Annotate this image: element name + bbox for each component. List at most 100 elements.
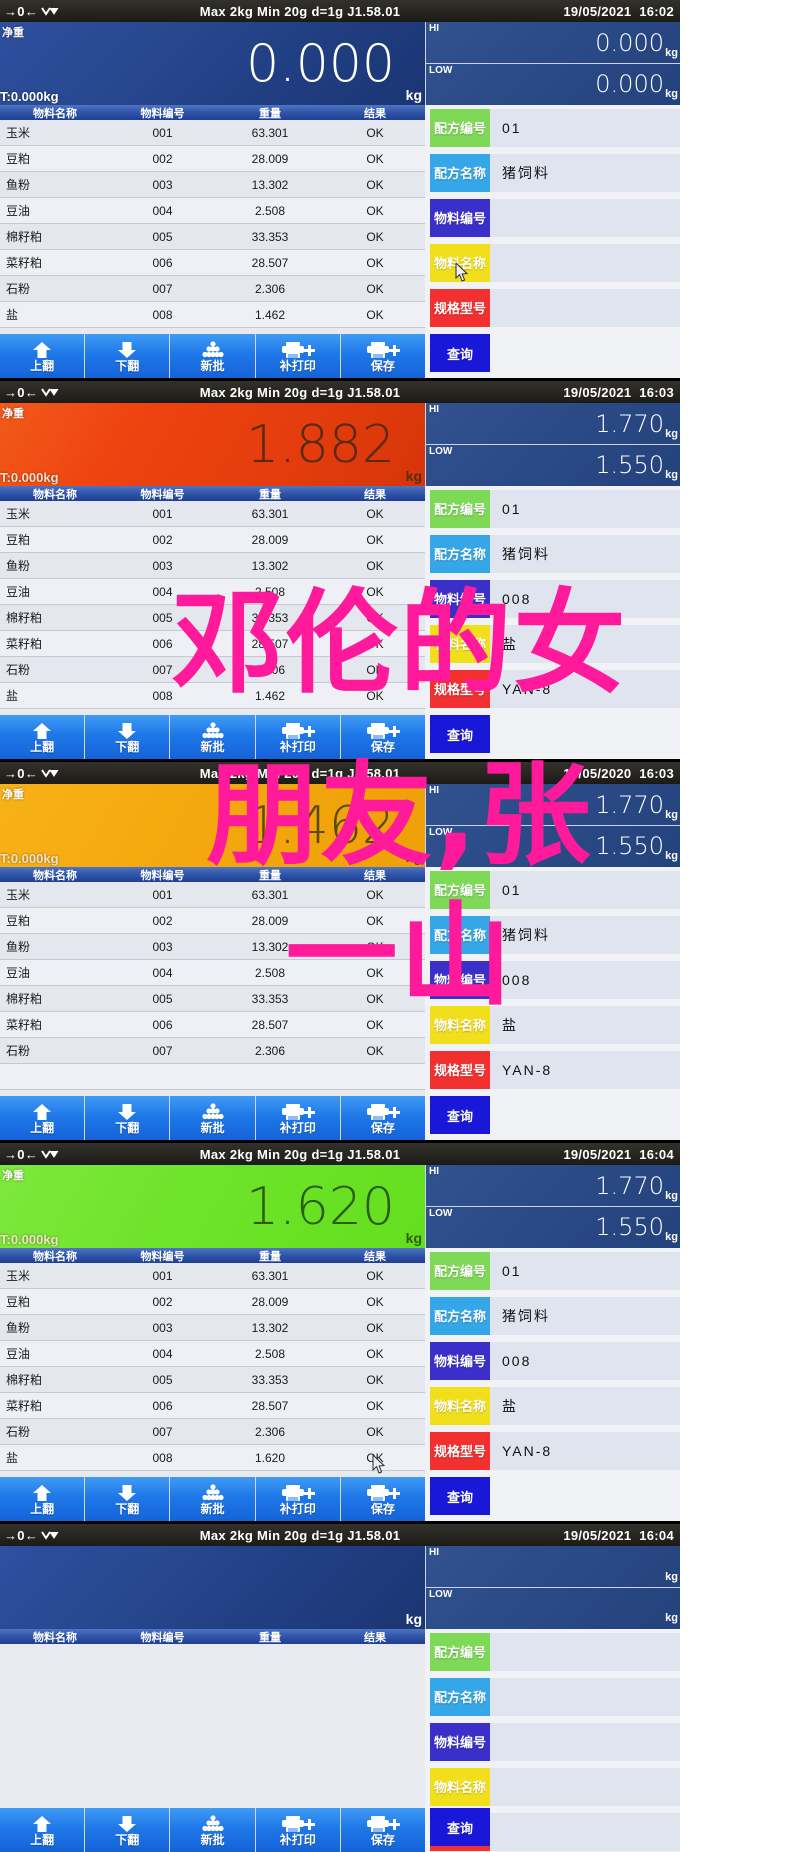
toolbar-button-保存[interactable]: 保存: [340, 1477, 426, 1521]
toolbar-button-上翻[interactable]: 上翻: [0, 1477, 86, 1521]
field-key-recipe-name[interactable]: 配方名称: [430, 1296, 490, 1335]
field-key-recipe-name[interactable]: 配方名称: [430, 915, 490, 954]
field-key-material-name[interactable]: 物料名称: [430, 1005, 490, 1044]
field-row-material-name[interactable]: 物料名称盐: [425, 1383, 680, 1428]
query-button[interactable]: 查询: [430, 1477, 490, 1515]
field-row-recipe-name[interactable]: 配方名称: [425, 1674, 680, 1719]
query-button[interactable]: 查询: [430, 715, 490, 753]
field-key-material-name[interactable]: 物料名称: [430, 1767, 490, 1806]
table-row[interactable]: 棉籽粕 005 33.353 OK: [0, 224, 425, 250]
toolbar-button-保存[interactable]: 保存: [340, 1096, 426, 1140]
table-row[interactable]: 豆油 004 2.508 OK: [0, 579, 425, 605]
query-button[interactable]: 查询: [430, 1808, 490, 1846]
toolbar-button-下翻[interactable]: 下翻: [85, 1477, 171, 1521]
toolbar-button-保存[interactable]: 保存: [340, 715, 426, 759]
field-row-recipe-name[interactable]: 配方名称 猪饲料: [425, 150, 680, 195]
field-row-material-name[interactable]: 物料名称: [425, 1764, 680, 1809]
field-row-material-name[interactable]: 物料名称盐: [425, 621, 680, 666]
field-row-material-no[interactable]: 物料编号: [425, 1719, 680, 1764]
table-row[interactable]: 豆粕 002 28.009 OK: [0, 908, 425, 934]
field-key-recipe-no[interactable]: 配方编号: [430, 870, 490, 909]
field-value-recipe-no[interactable]: 01: [490, 108, 680, 147]
field-value-spec-model[interactable]: YAN-8: [490, 1050, 680, 1089]
field-value-recipe-no[interactable]: 01: [490, 870, 680, 909]
table-row[interactable]: 玉米 001 63.301 OK: [0, 501, 425, 527]
field-row-recipe-no[interactable]: 配方编号: [425, 1629, 680, 1674]
toolbar-button-上翻[interactable]: 上翻: [0, 1096, 86, 1140]
field-value-spec-model[interactable]: [490, 1812, 680, 1851]
field-key-material-name[interactable]: 物料名称: [430, 624, 490, 663]
table-row[interactable]: 石粉 007 2.306 OK: [0, 276, 425, 302]
table-row[interactable]: 豆油 004 2.508 OK: [0, 198, 425, 224]
toolbar-button-新批[interactable]: 新批: [170, 1096, 256, 1140]
field-value-recipe-no[interactable]: 01: [490, 489, 680, 528]
field-value-material-no[interactable]: 008: [490, 1341, 680, 1380]
field-key-material-no[interactable]: 物料编号: [430, 1722, 490, 1761]
field-value-recipe-no[interactable]: [490, 1632, 680, 1671]
table-row[interactable]: 豆油 004 2.508 OK: [0, 960, 425, 986]
field-key-material-name[interactable]: 物料名称: [430, 1386, 490, 1425]
toolbar-button-保存[interactable]: 保存: [340, 334, 426, 378]
table-row[interactable]: 棉籽粕 005 33.353 OK: [0, 605, 425, 631]
field-key-spec-model[interactable]: 规格型号: [430, 1431, 490, 1470]
field-row-spec-model[interactable]: 规格型号: [425, 285, 680, 330]
toolbar-button-补打印[interactable]: 补打印: [255, 1808, 341, 1852]
field-row-spec-model[interactable]: 规格型号 YAN-8: [425, 1047, 680, 1092]
table-row[interactable]: 盐 008 1.620 OK: [0, 1445, 425, 1471]
table-row[interactable]: 玉米 001 63.301 OK: [0, 1263, 425, 1289]
field-value-recipe-name[interactable]: 猪饲料: [490, 534, 680, 573]
table-row[interactable]: 棉籽粕 005 33.353 OK: [0, 986, 425, 1012]
table-row[interactable]: 菜籽粕 006 28.507 OK: [0, 1012, 425, 1038]
field-key-recipe-no[interactable]: 配方编号: [430, 108, 490, 147]
query-button[interactable]: 查询: [430, 1096, 490, 1134]
field-key-recipe-no[interactable]: 配方编号: [430, 489, 490, 528]
field-row-material-name[interactable]: 物料名称: [425, 240, 680, 285]
table-row[interactable]: 菜籽粕 006 28.507 OK: [0, 631, 425, 657]
table-row[interactable]: 石粉 007 2.306 OK: [0, 1038, 425, 1064]
field-value-recipe-name[interactable]: 猪饲料: [490, 915, 680, 954]
field-value-material-no[interactable]: [490, 198, 680, 237]
field-row-spec-model[interactable]: 规格型号 YAN-8: [425, 1428, 680, 1473]
toolbar-button-新批[interactable]: 新批: [170, 715, 256, 759]
table-row[interactable]: 鱼粉 003 13.302 OK: [0, 553, 425, 579]
field-row-recipe-no[interactable]: 配方编号 01: [425, 867, 680, 912]
table-row[interactable]: 鱼粉 003 13.302 OK: [0, 172, 425, 198]
field-key-material-no[interactable]: 物料编号: [430, 579, 490, 618]
field-key-recipe-name[interactable]: 配方名称: [430, 1677, 490, 1716]
toolbar-button-新批[interactable]: 新批: [170, 334, 256, 378]
field-key-material-no[interactable]: 物料编号: [430, 1341, 490, 1380]
field-key-recipe-name[interactable]: 配方名称: [430, 534, 490, 573]
table-row[interactable]: 石粉 007 2.306 OK: [0, 657, 425, 683]
table-row[interactable]: 盐 008 1.462 OK: [0, 302, 425, 328]
toolbar-button-新批[interactable]: 新批: [170, 1808, 256, 1852]
field-key-material-no[interactable]: 物料编号: [430, 198, 490, 237]
toolbar-button-上翻[interactable]: 上翻: [0, 715, 86, 759]
toolbar-button-保存[interactable]: 保存: [340, 1808, 426, 1852]
field-value-spec-model[interactable]: YAN-8: [490, 1431, 680, 1470]
field-row-material-name[interactable]: 物料名称盐: [425, 1002, 680, 1047]
field-row-spec-model[interactable]: 规格型号 YAN-8: [425, 666, 680, 711]
field-key-spec-model[interactable]: 规格型号: [430, 288, 490, 327]
table-row[interactable]: 豆粕 002 28.009 OK: [0, 1289, 425, 1315]
field-key-material-name[interactable]: 物料名称: [430, 243, 490, 282]
field-value-recipe-name[interactable]: 猪饲料: [490, 153, 680, 192]
toolbar-button-新批[interactable]: 新批: [170, 1477, 256, 1521]
field-row-recipe-no[interactable]: 配方编号 01: [425, 486, 680, 531]
field-value-spec-model[interactable]: [490, 288, 680, 327]
toolbar-button-上翻[interactable]: 上翻: [0, 1808, 86, 1852]
field-row-recipe-name[interactable]: 配方名称 猪饲料: [425, 912, 680, 957]
table-row[interactable]: 棉籽粕 005 33.353 OK: [0, 1367, 425, 1393]
table-row[interactable]: 石粉 007 2.306 OK: [0, 1419, 425, 1445]
field-value-material-name[interactable]: [490, 1767, 680, 1806]
toolbar-button-下翻[interactable]: 下翻: [85, 1808, 171, 1852]
field-key-recipe-no[interactable]: 配方编号: [430, 1251, 490, 1290]
toolbar-button-补打印[interactable]: 补打印: [255, 334, 341, 378]
table-row[interactable]: [0, 1064, 425, 1090]
field-value-material-name[interactable]: 盐: [490, 624, 680, 663]
field-value-recipe-name[interactable]: [490, 1677, 680, 1716]
table-row[interactable]: 鱼粉 003 13.302 OK: [0, 1315, 425, 1341]
toolbar-button-补打印[interactable]: 补打印: [255, 715, 341, 759]
field-value-material-name[interactable]: [490, 243, 680, 282]
field-value-material-name[interactable]: 盐: [490, 1005, 680, 1044]
field-value-material-no[interactable]: 008: [490, 960, 680, 999]
